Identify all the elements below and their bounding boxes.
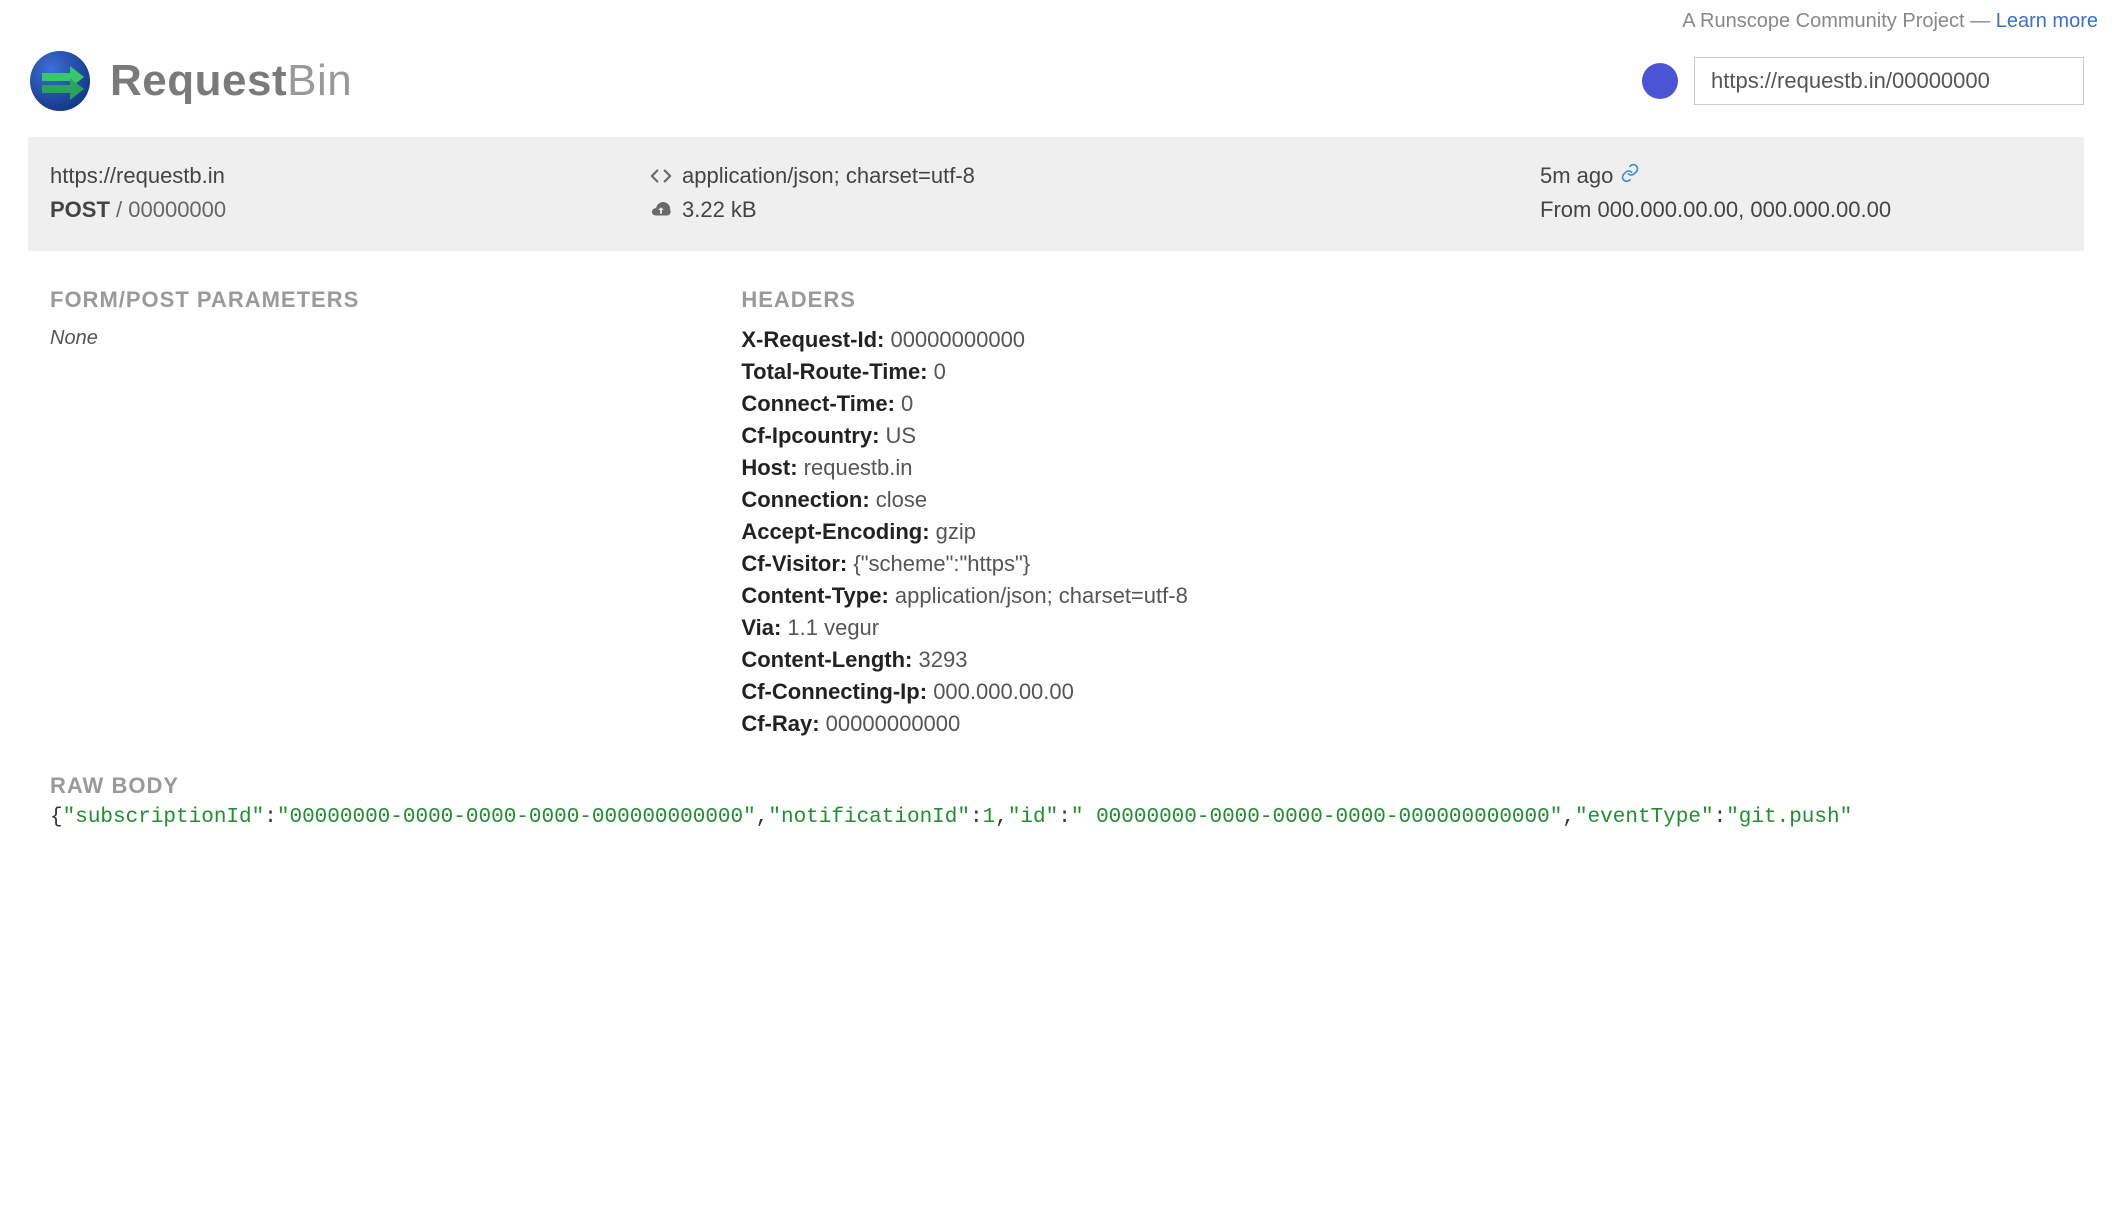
- header-name: Via:: [741, 615, 787, 640]
- banner-text: A Runscope Community Project —: [1682, 10, 1995, 32]
- requestbin-logo-icon: [28, 49, 92, 113]
- cloud-upload-icon: [650, 199, 672, 221]
- header-name: Connection:: [741, 487, 875, 512]
- bin-url-input[interactable]: [1694, 57, 2084, 105]
- content-type-row: application/json; charset=utf-8: [650, 159, 1520, 193]
- header-value: 1.1 vegur: [787, 615, 879, 640]
- request-summary: https://requestb.in POST / 00000000 appl…: [28, 137, 2084, 251]
- header-row: Content-Length: 3293: [741, 647, 2084, 673]
- summary-right: 5m ago From 000.000.00.00, 000.000.00.00: [1540, 159, 2062, 227]
- form-params-section: FORM/POST PARAMETERS None: [50, 287, 721, 743]
- header-row: Cf-Ipcountry: US: [741, 423, 2084, 449]
- header-value: 00000000000: [890, 327, 1025, 352]
- header-name: Content-Type:: [741, 583, 895, 608]
- time-ago-row: 5m ago: [1540, 159, 2062, 193]
- brand-title-bold: Request: [110, 56, 287, 105]
- header-row: Total-Route-Time: 0: [741, 359, 2084, 385]
- header-row: Connection: close: [741, 487, 2084, 513]
- header: RequestBin: [0, 43, 2112, 137]
- request-path: / 00000000: [116, 197, 226, 222]
- community-banner: A Runscope Community Project — Learn mor…: [0, 0, 2112, 43]
- request-host: https://requestb.in: [50, 159, 630, 193]
- summary-left: https://requestb.in POST / 00000000: [50, 159, 630, 227]
- header-row: Host: requestb.in: [741, 455, 2084, 481]
- header-row: Cf-Connecting-Ip: 000.000.00.00: [741, 679, 2084, 705]
- request-method-path: POST / 00000000: [50, 193, 630, 227]
- brand-title: RequestBin: [110, 56, 352, 106]
- header-name: Cf-Connecting-Ip:: [741, 679, 933, 704]
- header-name: Cf-Ipcountry:: [741, 423, 885, 448]
- time-ago: 5m ago: [1540, 163, 1613, 188]
- header-row: Via: 1.1 vegur: [741, 615, 2084, 641]
- raw-body-title: RAW BODY: [50, 773, 2084, 799]
- header-value: 0: [934, 359, 946, 384]
- header-row: Content-Type: application/json; charset=…: [741, 583, 2084, 609]
- permalink-icon[interactable]: [1620, 163, 1640, 188]
- learn-more-link[interactable]: Learn more: [1996, 10, 2098, 32]
- header-value: 0: [901, 391, 913, 416]
- header-name: Host:: [741, 455, 803, 480]
- header-value: US: [886, 423, 917, 448]
- header-value: 3293: [919, 647, 968, 672]
- headers-section: HEADERS X-Request-Id: 00000000000 Total-R…: [741, 287, 2084, 743]
- header-right: [1642, 57, 2084, 105]
- raw-body: {"subscriptionId":"00000000-0000-0000-00…: [50, 806, 2084, 829]
- header-value: gzip: [936, 519, 976, 544]
- header-value: requestb.in: [804, 455, 913, 480]
- content-type: application/json; charset=utf-8: [682, 159, 975, 193]
- headers-title: HEADERS: [741, 287, 2084, 313]
- request-method: POST: [50, 197, 110, 222]
- header-row: Cf-Visitor: {"scheme":"https"}: [741, 551, 2084, 577]
- header-row: Accept-Encoding: gzip: [741, 519, 2084, 545]
- header-name: Cf-Ray:: [741, 711, 825, 736]
- summary-middle: application/json; charset=utf-8 3.22 kB: [650, 159, 1520, 227]
- header-name: Connect-Time:: [741, 391, 901, 416]
- header-name: Total-Route-Time:: [741, 359, 933, 384]
- brand-title-light: Bin: [287, 56, 352, 105]
- from-ips: 000.000.00.00, 000.000.00.00: [1597, 197, 1891, 222]
- header-row: Connect-Time: 0: [741, 391, 2084, 417]
- header-name: Cf-Visitor:: [741, 551, 853, 576]
- header-value: close: [876, 487, 927, 512]
- form-params-title: FORM/POST PARAMETERS: [50, 287, 721, 313]
- header-value: application/json; charset=utf-8: [895, 583, 1188, 608]
- header-row: Cf-Ray: 00000000000: [741, 711, 2084, 737]
- header-value: 000.000.00.00: [933, 679, 1074, 704]
- raw-body-scroll[interactable]: {"subscriptionId":"00000000-0000-0000-00…: [50, 805, 2084, 835]
- header-value: 00000000000: [826, 711, 961, 736]
- from-label: From: [1540, 197, 1591, 222]
- brand: RequestBin: [28, 49, 352, 113]
- code-icon: [650, 165, 672, 187]
- from-row: From 000.000.00.00, 000.000.00.00: [1540, 193, 2062, 227]
- header-name: X-Request-Id:: [741, 327, 890, 352]
- headers-list: X-Request-Id: 00000000000 Total-Route-Tim…: [741, 327, 2084, 737]
- header-row: X-Request-Id: 00000000000: [741, 327, 2084, 353]
- status-indicator-icon: [1642, 63, 1678, 99]
- form-params-none: None: [50, 327, 721, 350]
- request-size: 3.22 kB: [682, 193, 757, 227]
- header-name: Accept-Encoding:: [741, 519, 935, 544]
- header-name: Content-Length:: [741, 647, 918, 672]
- header-value: {"scheme":"https"}: [853, 551, 1030, 576]
- size-row: 3.22 kB: [650, 193, 1520, 227]
- details: FORM/POST PARAMETERS None HEADERS X-Requ…: [50, 287, 2084, 743]
